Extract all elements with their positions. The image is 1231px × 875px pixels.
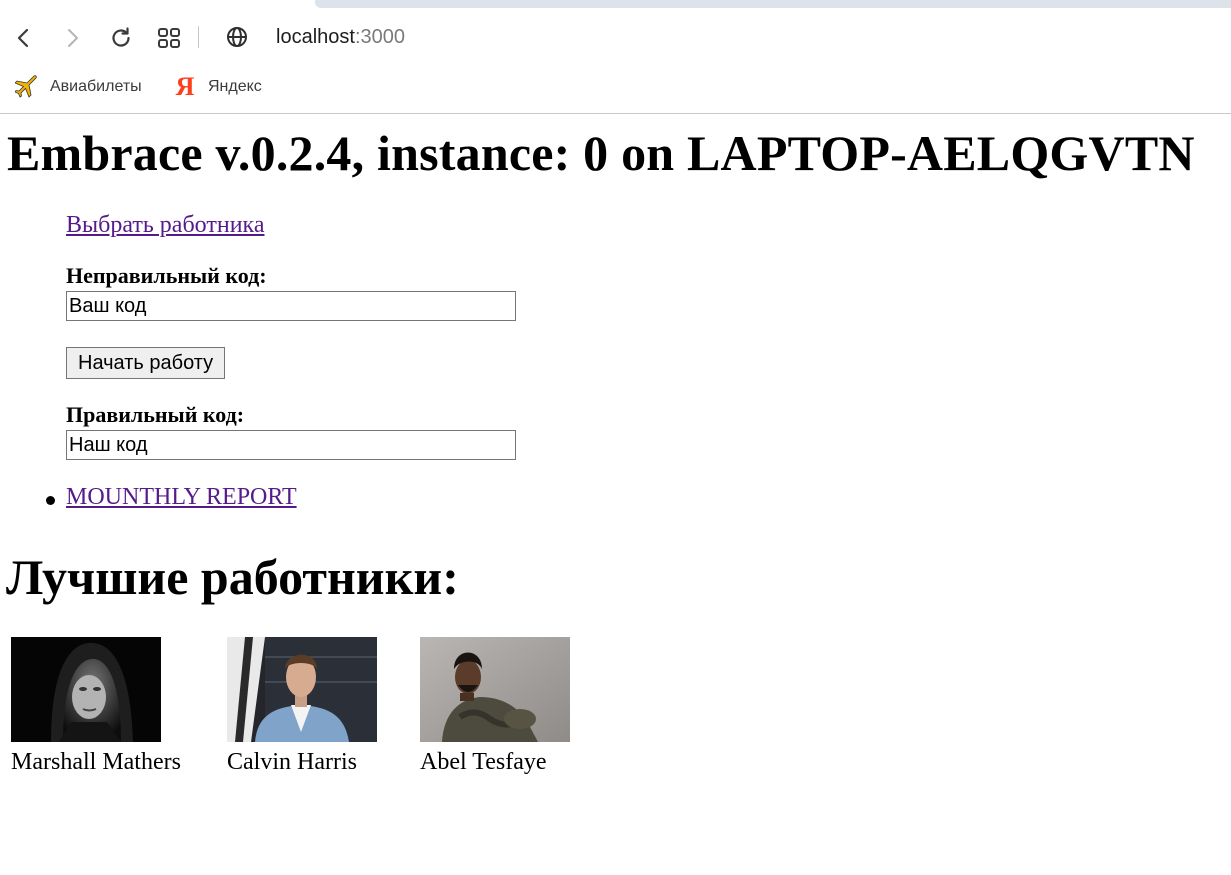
monthly-report-link[interactable]: MOUNTHLY REPORT (66, 484, 297, 511)
bookmark-label: Авиабилеты (50, 78, 142, 95)
forward-button[interactable] (58, 24, 86, 52)
url-port: :3000 (354, 25, 405, 48)
start-work-button[interactable]: Начать работу (66, 347, 226, 379)
employee-card: Marshall Mathers (11, 637, 181, 776)
employee-name: Marshall Mathers (11, 749, 181, 775)
address-bar[interactable]: localhost:3000 (222, 20, 922, 54)
browser-toolbar: localhost:3000 (0, 14, 1231, 62)
right-code-label: Правильный код: (66, 402, 245, 427)
report-list-item: MOUNTHLY REPORT (46, 484, 297, 511)
employee-photo-abel (420, 637, 570, 742)
back-button[interactable] (10, 24, 38, 52)
employee-card: Calvin Harris (227, 637, 377, 776)
toolbar-divider (198, 26, 199, 48)
chrome-separator (0, 113, 1231, 114)
best-workers-heading: Лучшие работники: (6, 549, 459, 605)
bookmark-label: Яндекс (208, 78, 262, 95)
tab-strip (0, 0, 1231, 12)
pick-worker-link[interactable]: Выбрать работника (66, 212, 264, 239)
bookmarks-bar: Авиабилеты Я Яндекс (0, 70, 1231, 106)
tabs-grid-button[interactable] (155, 24, 183, 52)
employee-photo-marshall (11, 637, 161, 742)
employee-name: Calvin Harris (227, 749, 357, 775)
yandex-icon: Я (175, 72, 195, 101)
right-code-input[interactable] (66, 430, 516, 460)
globe-icon (222, 25, 252, 49)
list-bullet (46, 496, 55, 505)
url-host: localhost (276, 25, 355, 48)
page-title: Embrace v.0.2.4, instance: 0 on LAPTOP-A… (7, 125, 1195, 181)
employee-card: Abel Tesfaye (420, 637, 570, 776)
airplane-icon (14, 74, 40, 100)
wrong-code-input[interactable] (66, 291, 516, 321)
wrong-code-label: Неправильный код: (66, 263, 267, 288)
url-text: localhost:3000 (276, 26, 405, 49)
reload-button[interactable] (107, 24, 135, 52)
tab-strip-bar (315, 0, 1231, 8)
back-arrow-icon (17, 28, 29, 48)
grid-icon (158, 28, 180, 48)
employee-name: Abel Tesfaye (420, 749, 547, 775)
forward-arrow-icon (68, 29, 78, 47)
employee-photo-calvin (227, 637, 377, 742)
reload-icon (112, 27, 130, 47)
bookmark-aviabilety[interactable]: Авиабилеты (14, 74, 142, 100)
bookmark-yandex[interactable]: Я Яндекс (172, 74, 262, 100)
